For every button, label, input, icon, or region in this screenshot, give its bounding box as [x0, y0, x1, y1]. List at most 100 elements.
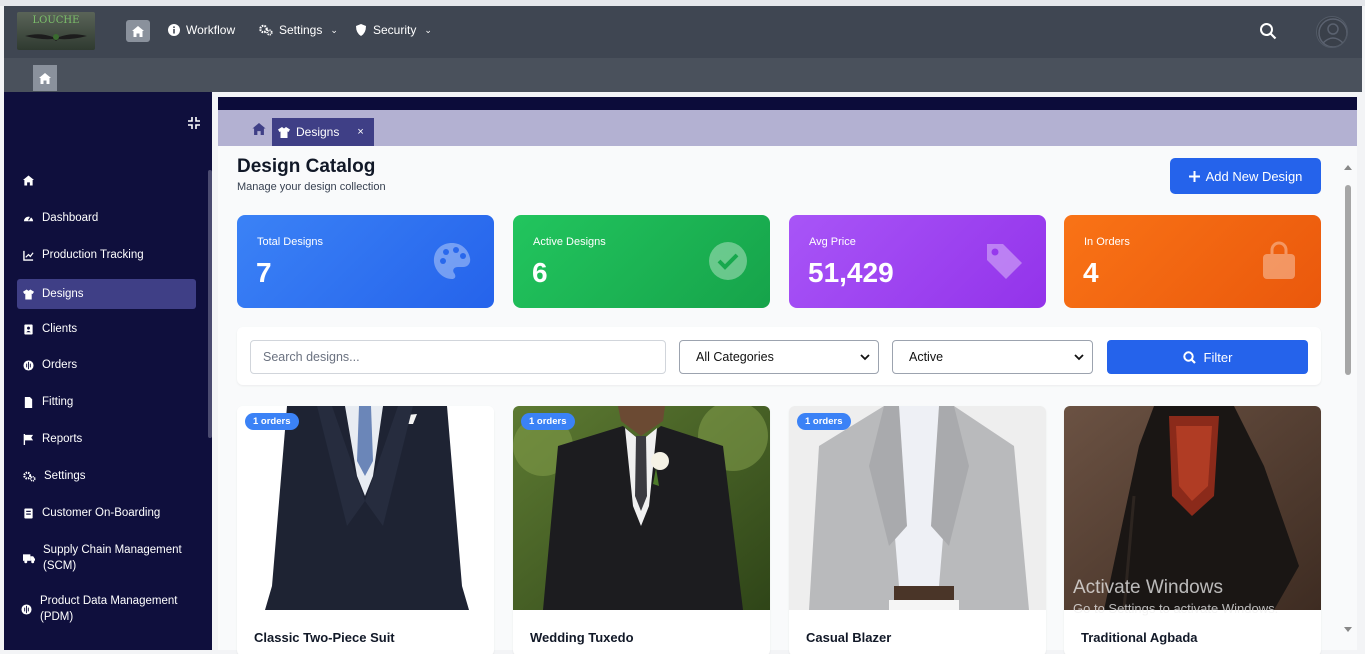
- stat-label: Avg Price: [809, 236, 856, 248]
- sub-home-button[interactable]: [33, 65, 57, 91]
- orders-icon: [23, 359, 34, 371]
- plus-icon: [1188, 170, 1200, 182]
- database-icon: [21, 603, 32, 615]
- collapse-icon[interactable]: [187, 116, 201, 130]
- design-card[interactable]: Traditional Agbada: [1064, 406, 1321, 654]
- user-avatar[interactable]: [1316, 16, 1348, 48]
- scroll-down-arrow-icon[interactable]: [1344, 627, 1352, 632]
- nav-settings-label: Settings: [279, 23, 323, 37]
- home-icon: [132, 25, 144, 37]
- home-button[interactable]: [126, 20, 150, 42]
- watermark-line1: Activate Windows: [1073, 577, 1223, 598]
- sidebar-item-label: Customer On-Boarding: [42, 507, 161, 519]
- design-image: [237, 406, 494, 610]
- dashboard-gauge-icon: [23, 215, 34, 221]
- brand-logo[interactable]: LOUCHE: [17, 12, 95, 50]
- sidebar-item-fitting[interactable]: Fitting: [17, 396, 196, 408]
- content-header-strip: [218, 97, 1357, 110]
- tab-strip: Designs ×: [218, 110, 1357, 146]
- main-scrollbar[interactable]: [1342, 161, 1354, 641]
- sidebar-item-home[interactable]: [17, 175, 196, 186]
- stat-value: 4: [1083, 257, 1099, 288]
- sidebar-item-label: Designs: [42, 288, 84, 300]
- address-book-icon: [24, 323, 33, 335]
- stat-label: In Orders: [1084, 236, 1130, 248]
- stat-value: 7: [256, 257, 272, 288]
- search-icon[interactable]: [1259, 22, 1277, 40]
- nav-security-label: Security: [373, 23, 417, 37]
- design-name: Traditional Agbada: [1081, 630, 1198, 645]
- sidebar-item-label: Orders: [42, 359, 78, 371]
- nav-security[interactable]: Security ⌄: [355, 23, 432, 37]
- stat-value: 51,429: [808, 257, 894, 288]
- page-subtitle: Manage your design collection: [237, 181, 386, 193]
- chevron-down-icon: ⌄: [330, 24, 338, 35]
- close-tab-icon[interactable]: ×: [357, 126, 363, 138]
- search-designs-input[interactable]: [250, 340, 666, 374]
- chevron-down-icon: [860, 353, 870, 360]
- stat-label: Active Designs: [533, 236, 606, 248]
- design-card[interactable]: 1 orders Wedding Tuxedo: [513, 406, 770, 654]
- design-card[interactable]: 1 orders Classic Two-Piece Suit: [237, 406, 494, 654]
- design-image: [789, 406, 1046, 610]
- sidebar-item-dashboard[interactable]: Dashboard: [17, 212, 196, 224]
- chevron-down-icon: ⌄: [424, 24, 432, 35]
- shirt-icon: [23, 288, 34, 300]
- design-name: Wedding Tuxedo: [530, 630, 634, 645]
- tab-designs[interactable]: Designs ×: [272, 118, 374, 146]
- nav-settings[interactable]: Settings ⌄: [259, 23, 338, 37]
- logo-wings-icon: [25, 34, 87, 41]
- secondary-bar: [4, 58, 1362, 92]
- shield-icon: [356, 24, 366, 36]
- check-circle-icon: [709, 242, 747, 280]
- file-icon: [24, 396, 33, 408]
- sidebar-item-reports[interactable]: Reports: [17, 433, 196, 445]
- sidebar-scrollbar[interactable]: [208, 170, 212, 438]
- sidebar-item-label: Supply Chain Management (SCM): [43, 544, 182, 572]
- sidebar-item-settings[interactable]: Settings: [17, 470, 196, 482]
- filter-button[interactable]: Filter: [1107, 340, 1308, 374]
- category-select-value: All Categories: [696, 350, 774, 364]
- design-card[interactable]: 1 orders Casual Blazer: [789, 406, 1046, 654]
- scrollbar-thumb[interactable]: [1345, 185, 1351, 375]
- orders-badge: 1 orders: [521, 413, 575, 430]
- filter-panel: All Categories Active Filter: [237, 327, 1321, 385]
- sidebar-item-designs[interactable]: Designs: [17, 279, 196, 309]
- sidebar: Dashboard Production Tracking Designs Cl…: [4, 92, 212, 650]
- design-name: Classic Two-Piece Suit: [254, 630, 395, 645]
- sidebar-item-clients[interactable]: Clients: [17, 323, 196, 335]
- stat-label: Total Designs: [257, 236, 324, 248]
- sidebar-item-label: Dashboard: [42, 212, 99, 224]
- windows-activation-watermark: Activate Windows Go to Settings to activ…: [1073, 577, 1278, 616]
- id-card-icon: [24, 507, 33, 519]
- home-icon: [23, 175, 34, 186]
- sidebar-item-pdm[interactable]: Product Data Management (PDM): [15, 593, 194, 625]
- chart-line-icon: [23, 250, 34, 261]
- home-icon[interactable]: [252, 123, 266, 135]
- sidebar-item-label: Product Data Management (PDM): [40, 595, 178, 623]
- tag-icon: [987, 244, 1022, 279]
- design-name: Casual Blazer: [806, 630, 892, 645]
- watermark-line2: Go to Settings to activate Windows.: [1073, 601, 1279, 616]
- status-select[interactable]: Active: [892, 340, 1093, 374]
- logo-text: LOUCHE: [32, 15, 80, 26]
- sidebar-item-label: Reports: [42, 433, 83, 445]
- category-select[interactable]: All Categories: [679, 340, 879, 374]
- orders-badge: 1 orders: [245, 413, 299, 430]
- sidebar-item-label: Settings: [44, 470, 86, 482]
- sidebar-item-label: Production Tracking: [42, 249, 144, 261]
- stat-card-avg-price: Avg Price 51,429: [789, 215, 1046, 308]
- tab-label: Designs: [296, 125, 340, 139]
- sidebar-item-customer-onboarding[interactable]: Customer On-Boarding: [17, 507, 196, 519]
- status-select-value: Active: [909, 350, 944, 364]
- nav-workflow[interactable]: Workflow: [168, 23, 235, 37]
- sidebar-item-scm[interactable]: Supply Chain Management (SCM): [17, 542, 196, 574]
- info-circle-icon: [168, 24, 180, 36]
- sidebar-item-orders[interactable]: Orders: [17, 359, 196, 371]
- orders-badge: 1 orders: [797, 413, 851, 430]
- page-title: Design Catalog: [237, 156, 376, 177]
- design-image: [513, 406, 770, 610]
- scroll-up-arrow-icon[interactable]: [1344, 165, 1352, 170]
- sidebar-item-production-tracking[interactable]: Production Tracking: [17, 249, 196, 261]
- add-new-design-button[interactable]: Add New Design: [1170, 158, 1321, 194]
